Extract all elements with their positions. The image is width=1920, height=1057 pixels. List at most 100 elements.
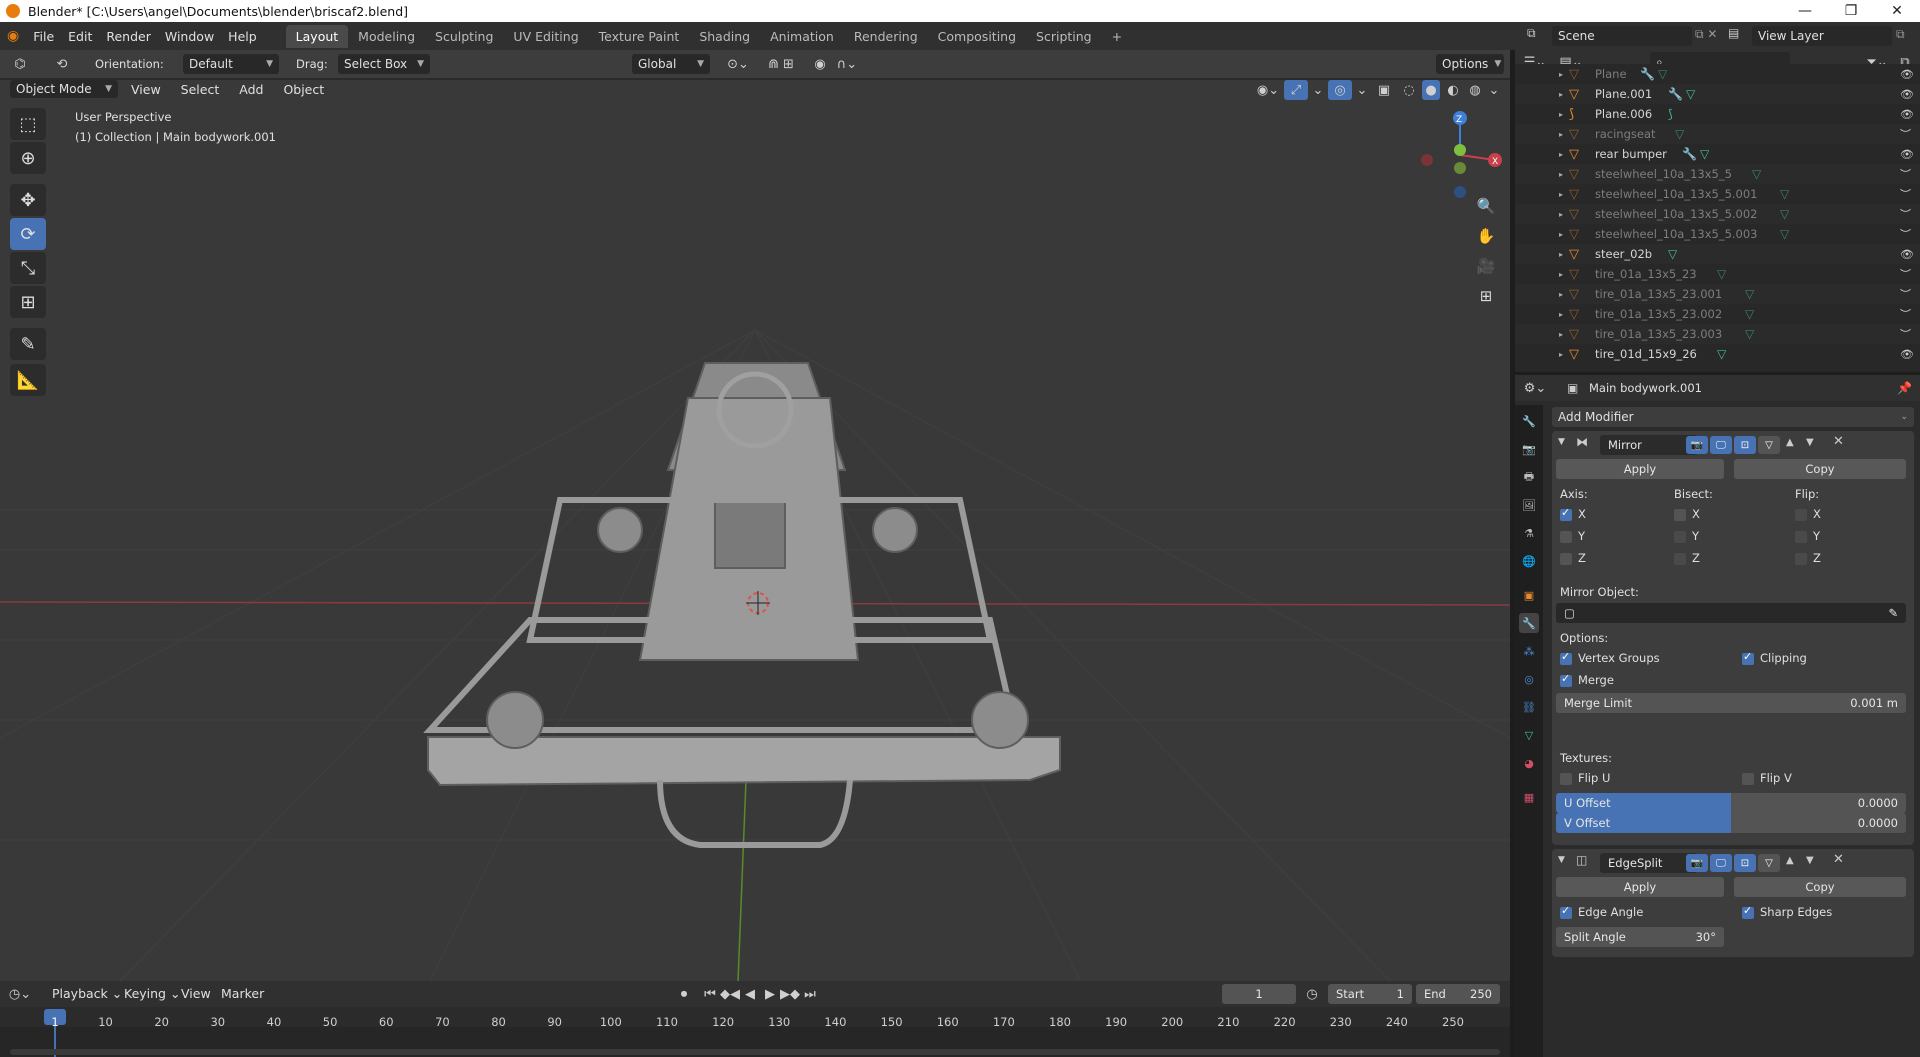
workspace-tab-sculpting[interactable]: Sculpting (425, 25, 503, 48)
mesh-data-icon[interactable]: ▽ (1675, 127, 1684, 141)
move-down-icon[interactable]: ▼ (1806, 855, 1814, 866)
scene-selector[interactable]: Scene (1552, 26, 1692, 46)
view-layer-tab-icon[interactable]: 🖼 (1519, 495, 1539, 515)
flip-y-checkbox[interactable] (1795, 531, 1807, 543)
mesh-data-icon[interactable]: ▽ (1752, 167, 1761, 181)
expand-icon[interactable]: ▸ (1559, 250, 1563, 259)
workspace-tab-layout[interactable]: Layout (285, 24, 349, 48)
realtime-icon[interactable]: 🖵 (1710, 854, 1732, 872)
move-tool-icon[interactable]: ✥ (10, 184, 46, 216)
hidden-eye-icon[interactable]: ︶ (1900, 206, 1911, 222)
hidden-eye-icon[interactable]: ︶ (1900, 166, 1911, 182)
minimize-button[interactable]: — (1782, 0, 1828, 22)
collapse-icon[interactable]: ▼ (1558, 437, 1565, 447)
move-up-icon[interactable]: ▲ (1786, 437, 1794, 448)
timeline-menu-view[interactable]: View (174, 986, 218, 1001)
mesh-data-icon[interactable]: ▽ (1745, 327, 1754, 341)
expand-icon[interactable]: ▸ (1559, 230, 1563, 239)
sharp-edges-checkbox[interactable] (1742, 904, 1754, 919)
snap-icon[interactable]: ⋒ ⊞ (756, 54, 806, 74)
mesh-data-icon[interactable]: ▽ (1745, 307, 1754, 321)
u-offset-field[interactable]: U Offset 0.0000 (1556, 793, 1906, 813)
modifier-tab-icon[interactable]: 🔧 (1519, 613, 1539, 633)
visibility-eye-icon[interactable]: 👁 (1900, 348, 1914, 361)
workspace-tab-compositing[interactable]: Compositing (928, 25, 1026, 48)
clipping-checkbox[interactable] (1742, 650, 1754, 665)
visibility-eye-icon[interactable]: 👁 (1900, 108, 1914, 121)
visibility-eye-icon[interactable]: 👁 (1900, 88, 1914, 101)
mirror-copy-button[interactable]: Copy (1734, 459, 1906, 479)
world-tab-icon[interactable]: 🌐 (1519, 551, 1539, 571)
expand-icon[interactable]: ▸ (1559, 170, 1563, 179)
outliner-item[interactable]: ▸ ▽ tire_01a_13x5_23.002 ▽ ︶ (1515, 304, 1920, 324)
expand-icon[interactable]: ▸ (1559, 270, 1563, 279)
collapse-icon[interactable]: ▼ (1558, 855, 1565, 865)
outliner-item[interactable]: ▸ ▽ Plane.001 🔧 ▽ 👁 (1515, 84, 1920, 104)
workspace-tab-scripting[interactable]: Scripting (1026, 25, 1102, 48)
expand-icon[interactable]: ▸ (1559, 290, 1563, 299)
mesh-data-tab-icon[interactable]: ▽ (1519, 725, 1539, 745)
mesh-data-icon[interactable]: ▽ (1668, 247, 1677, 261)
flip-x-checkbox[interactable] (1795, 509, 1807, 521)
outliner-item[interactable]: ▸ ▽ steer_02b ▽ 👁 (1515, 244, 1920, 264)
menu-file[interactable]: File (26, 29, 61, 44)
edgesplit-copy-button[interactable]: Copy (1734, 877, 1906, 897)
visibility-eye-icon[interactable]: 👁 (1900, 68, 1914, 81)
view-layer-selector[interactable]: View Layer (1752, 26, 1892, 46)
modifier-icon[interactable]: 🔧 (1682, 147, 1697, 161)
mesh-data-icon[interactable]: ▽ (1780, 187, 1789, 201)
bisect-y-checkbox[interactable] (1674, 531, 1686, 543)
expand-icon[interactable]: ▸ (1559, 90, 1563, 99)
menu-help[interactable]: Help (221, 29, 264, 44)
outliner-item[interactable]: ▸ ▽ tire_01a_13x5_23 ▽ ︶ (1515, 264, 1920, 284)
navigation-gizmo[interactable]: Z X (1415, 110, 1505, 200)
visibility-eye-icon[interactable]: 👁 (1900, 248, 1914, 261)
on-cage-icon[interactable]: ▽ (1758, 436, 1780, 454)
pivot-point-icon[interactable]: ⊙⌄ (718, 54, 758, 74)
flip-v-checkbox[interactable] (1742, 773, 1754, 785)
maximize-button[interactable]: ❐ (1828, 0, 1874, 22)
modifier-icon[interactable]: 🔧 (1668, 87, 1683, 101)
axis-x-checkbox[interactable] (1560, 506, 1572, 521)
proportional-editing-icon[interactable]: ◉ (808, 54, 832, 74)
realtime-icon[interactable]: 🖵 (1710, 436, 1732, 454)
editor-type-icon[interactable]: ⌬ (8, 54, 32, 74)
mirror-name-field[interactable]: Mirror (1600, 435, 1698, 455)
v-offset-field[interactable]: V Offset 0.0000 (1556, 813, 1906, 833)
timeline-editor-type-icon[interactable]: ◷⌄ (8, 984, 32, 1004)
drag-dropdown[interactable]: Select Box ▼ (338, 54, 430, 74)
output-tab-icon[interactable]: 🖶 (1519, 467, 1539, 487)
properties-editor-type-icon[interactable]: ⚙⌄ (1523, 378, 1547, 398)
material-tab-icon[interactable]: ◕ (1519, 753, 1539, 773)
hidden-eye-icon[interactable]: ︶ (1900, 286, 1911, 302)
expand-icon[interactable]: ▸ (1559, 130, 1563, 139)
start-frame-field[interactable]: Start 1 (1328, 984, 1412, 1004)
menu-window[interactable]: Window (158, 29, 221, 44)
mesh-data-icon[interactable]: ▽ (1686, 87, 1695, 101)
orientation-dropdown[interactable]: Default ▼ (183, 54, 279, 74)
bisect-x-checkbox[interactable] (1674, 509, 1686, 521)
move-up-icon[interactable]: ▲ (1786, 855, 1794, 866)
transform-orientation-dropdown[interactable]: Global ▼ (632, 54, 710, 74)
cursor-tool-icon[interactable]: ⊕ (10, 142, 46, 174)
mesh-data-icon[interactable]: ▽ (1717, 347, 1726, 361)
eyedropper-icon[interactable]: ✎ (1888, 606, 1898, 620)
flip-u-checkbox[interactable] (1560, 773, 1572, 785)
edit-mode-icon[interactable]: 📷 (1686, 436, 1708, 454)
edge-angle-checkbox[interactable] (1560, 904, 1572, 919)
move-down-icon[interactable]: ▼ (1806, 437, 1814, 448)
hidden-eye-icon[interactable]: ︶ (1900, 306, 1911, 322)
zoom-icon[interactable]: 🔍 (1472, 192, 1500, 220)
hidden-eye-icon[interactable]: ︶ (1900, 126, 1911, 142)
mesh-data-icon[interactable]: ▽ (1780, 227, 1789, 241)
camera-view-icon[interactable]: 🎥 (1472, 252, 1500, 280)
workspace-tab-uv-editing[interactable]: UV Editing (503, 25, 588, 48)
mesh-data-icon[interactable]: ▽ (1700, 147, 1709, 161)
outliner-item[interactable]: ▸ ▽ steelwheel_10a_13x5_5.002 ▽ ︶ (1515, 204, 1920, 224)
remove-modifier-icon[interactable]: ✕ (1833, 852, 1844, 867)
mirror-apply-button[interactable]: Apply (1556, 459, 1724, 479)
outliner-item[interactable]: ▸ ▽ racingseat ▽ ︶ (1515, 124, 1920, 144)
vertex-groups-checkbox[interactable] (1560, 650, 1572, 665)
render-icon[interactable]: ⊡ (1734, 436, 1756, 454)
expand-icon[interactable]: ▸ (1559, 310, 1563, 319)
